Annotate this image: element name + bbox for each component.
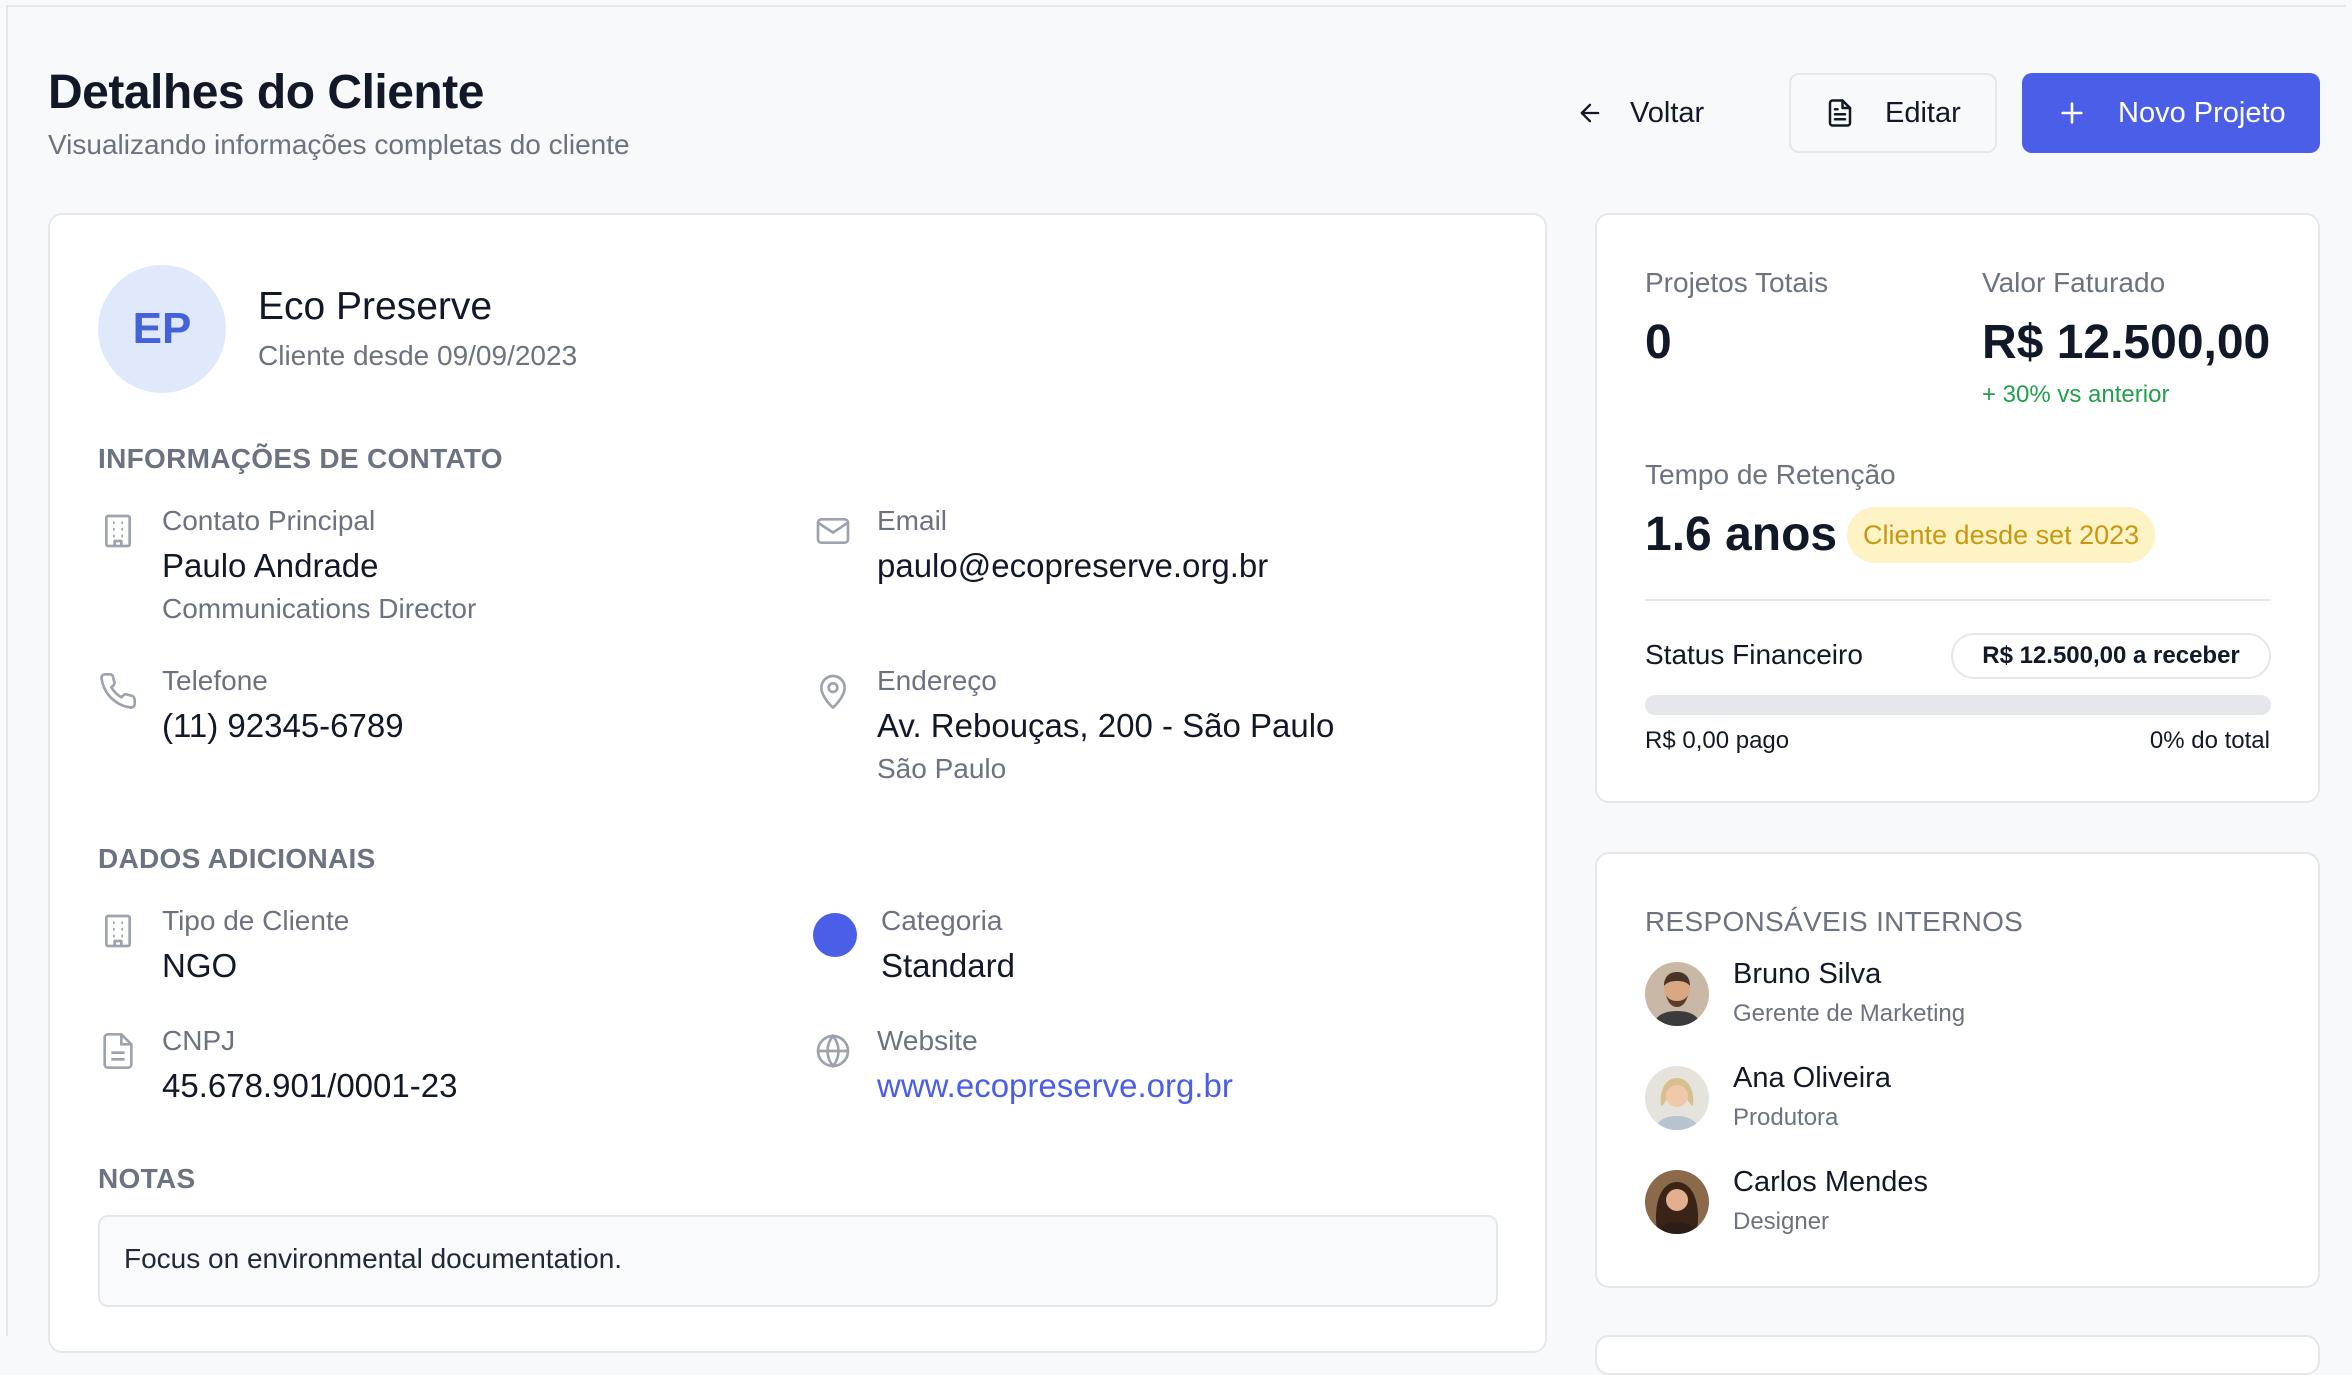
paid-percent: 0% do total [2149,727,2270,754]
client-type-label: Tipo de Cliente [162,905,350,936]
edit-button[interactable]: Editar [1789,73,1997,153]
main-contact-role: Communications Director [162,593,477,624]
page-title: Detalhes do Cliente [48,66,484,119]
notes-section-title: NOTAS [98,1163,196,1194]
cnpj-value: 45.678.901/0001-23 [162,1067,458,1104]
retention-badge: Cliente desde set 2023 [1847,507,2156,563]
plus-icon [2061,102,2083,124]
billed-label: Valor Faturado [1982,267,2166,298]
team-member[interactable]: Ana Oliveira Produtora [1645,1062,2265,1134]
client-type-field: Tipo de Cliente NGO [98,905,698,1005]
team-title: RESPONSÁVEIS INTERNOS [1645,906,2024,937]
client-name: Eco Preserve [258,285,493,328]
back-button[interactable]: Voltar [1576,73,1746,153]
avatar [1645,1170,1709,1234]
address-label: Endereço [877,665,997,696]
projects-total-label: Projetos Totais [1645,267,1829,298]
client-avatar: EP [98,265,226,393]
category-field: Categoria Standard [813,905,1453,1005]
email-value[interactable]: paulo@ecopreserve.org.br [877,547,1268,585]
website-link[interactable]: www.ecopreserve.org.br [877,1067,1233,1105]
projects-total-value: 0 [1645,316,1672,369]
cnpj-field: CNPJ 45.678.901/0001-23 [98,1025,698,1125]
app-frame: Detalhes do Cliente Visualizando informa… [6,5,2346,1375]
billed-value: R$ 12.500,00 [1982,316,2271,369]
next-card-top [1595,1335,2320,1375]
payment-progress-bar [1645,695,2271,715]
contact-section-title: INFORMAÇÕES DE CONTATO [98,443,503,474]
avatar [1645,1066,1709,1130]
building-icon [105,914,131,948]
document-icon [103,1033,133,1069]
avatar [1645,962,1709,1026]
address-field: Endereço Av. Rebouças, 200 - São Paulo S… [813,665,1493,795]
retention-value: 1.6 anos [1645,508,1838,561]
financial-status-title: Status Financeiro [1645,639,1863,670]
team-member[interactable]: Bruno Silva Gerente de Marketing [1645,958,2265,1030]
new-project-button[interactable]: Novo Projeto [2022,73,2320,153]
email-label: Email [877,505,948,536]
retention-label: Tempo de Retenção [1645,459,1896,490]
cnpj-label: CNPJ [162,1025,236,1056]
team-member[interactable]: Carlos Mendes Designer [1645,1166,2265,1238]
map-pin-icon [820,674,846,709]
category-label: Categoria [881,905,1003,936]
stats-card: Projetos Totais 0 Valor Faturado R$ 12.5… [1595,213,2320,803]
internal-team-card: RESPONSÁVEIS INTERNOS Bruno Silva Gerent… [1595,852,2320,1288]
paid-amount: R$ 0,00 pago [1645,727,1790,754]
main-contact-label: Contato Principal [162,505,376,536]
client-type-value: NGO [162,947,238,984]
stats-divider [1645,599,2271,601]
website-field: Website www.ecopreserve.org.br [813,1025,1453,1125]
phone-value: (11) 92345-6789 [162,707,404,744]
member-name: Ana Oliveira [1733,1062,1891,1094]
phone-label: Telefone [162,665,268,696]
mail-icon [816,518,850,544]
category-value: Standard [881,947,1015,984]
new-project-label: Novo Projeto [2118,96,2286,129]
email-field: Email paulo@ecopreserve.org.br [813,505,1453,605]
back-label: Voltar [1630,96,1705,129]
member-role: Produtora [1733,1104,1839,1131]
edit-label: Editar [1885,96,1961,129]
notes-text: Focus on environmental documentation. [98,1215,1498,1307]
document-icon [1828,99,1852,127]
client-since: Cliente desde 09/09/2023 [258,340,578,371]
member-role: Gerente de Marketing [1733,1000,1966,1027]
globe-icon [816,1033,850,1069]
arrow-left-icon [1580,103,1600,123]
additional-section-title: DADOS ADICIONAIS [98,843,376,874]
receivable-badge: R$ 12.500,00 a receber [1951,633,2271,679]
page-subtitle: Visualizando informações completas do cl… [48,129,630,160]
client-details-card: EP Eco Preserve Cliente desde 09/09/2023… [48,213,1547,1353]
phone-field: Telefone (11) 92345-6789 [98,665,698,765]
main-contact-field: Contato Principal Paulo Andrade Communic… [98,505,698,635]
member-name: Bruno Silva [1733,958,1882,990]
address-city: São Paulo [877,753,1007,784]
website-label: Website [877,1025,978,1056]
member-role: Designer [1733,1208,1830,1235]
phone-icon [100,672,137,709]
category-color-dot [813,913,857,957]
building-icon [105,514,131,548]
member-name: Carlos Mendes [1733,1166,1929,1198]
address-value: Av. Rebouças, 200 - São Paulo [877,707,1335,744]
billed-delta: + 30% vs anterior [1982,381,2170,408]
main-contact-name: Paulo Andrade [162,547,379,584]
